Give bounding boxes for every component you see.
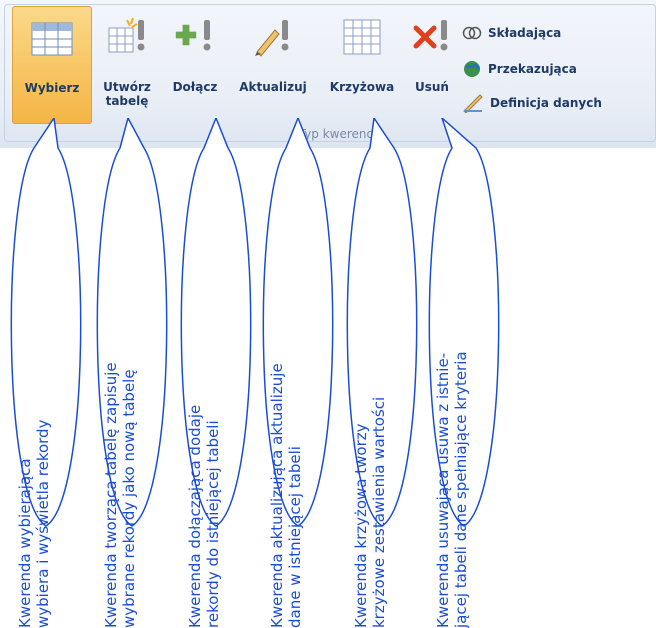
update-query-button[interactable]: Aktualizuj (228, 6, 318, 122)
button-label: Usuń (415, 80, 449, 94)
data-definition-icon (463, 94, 483, 113)
callout-text: Kwerenda usuwająca usuwa z istnie- jącej… (434, 351, 470, 628)
callout-text: Kwerenda dołączająca dodaje rekordy do i… (186, 404, 222, 628)
select-query-button[interactable]: Wybierz (12, 6, 92, 124)
button-label: Wybierz (24, 81, 80, 95)
pass-through-query-icon (464, 61, 481, 77)
button-label: Składająca (488, 26, 562, 40)
pass-through-query-button[interactable]: Przekazująca (462, 58, 577, 80)
callout-text: Kwerenda aktualizująca aktualizuje dane … (268, 363, 304, 628)
append-query-icon (175, 20, 211, 51)
data-definition-button[interactable]: Definicja danych (462, 92, 602, 114)
button-label: Przekazująca (488, 62, 577, 76)
crosstab-query-icon (343, 19, 381, 55)
make-table-query-button[interactable]: Utwórz tabelę (92, 6, 162, 122)
delete-query-icon (413, 20, 448, 51)
callout-text: Kwerenda wybierająca wybiera i wyświetla… (16, 419, 52, 628)
callout-text: Kwerenda krzyżowa tworzy krzyżowe zestaw… (352, 396, 388, 628)
crosstab-query-button[interactable]: Krzyżowa (320, 6, 404, 122)
button-label: Utwórz tabelę (103, 80, 151, 108)
make-table-query-icon (108, 17, 145, 53)
callout-crosstab: Kwerenda krzyżowa tworzy krzyżowe zestaw… (338, 118, 426, 628)
callout-update: Kwerenda aktualizująca aktualizuje dane … (254, 118, 342, 628)
union-query-button[interactable]: Składająca (462, 22, 561, 44)
callout-make-table: Kwerenda tworząca tabelę zapisuje wybran… (88, 118, 176, 628)
callout-select: Kwerenda wybierająca wybiera i wyświetla… (2, 118, 90, 628)
button-label: Krzyżowa (329, 80, 395, 94)
callout-delete: Kwerenda usuwająca usuwa z istnie- jącej… (420, 118, 508, 628)
update-query-icon (255, 20, 289, 57)
callout-text: Kwerenda tworząca tabelę zapisuje wybran… (102, 362, 138, 628)
button-label: Aktualizuj (239, 80, 307, 94)
union-query-icon (462, 26, 482, 40)
callout-append: Kwerenda dołączająca dodaje rekordy do i… (172, 118, 260, 628)
button-label: Definicja danych (490, 96, 602, 110)
button-label: Dołącz (172, 80, 218, 94)
append-query-button[interactable]: Dołącz (164, 6, 226, 122)
delete-query-button[interactable]: Usuń (406, 6, 458, 122)
select-query-icon (31, 22, 73, 56)
